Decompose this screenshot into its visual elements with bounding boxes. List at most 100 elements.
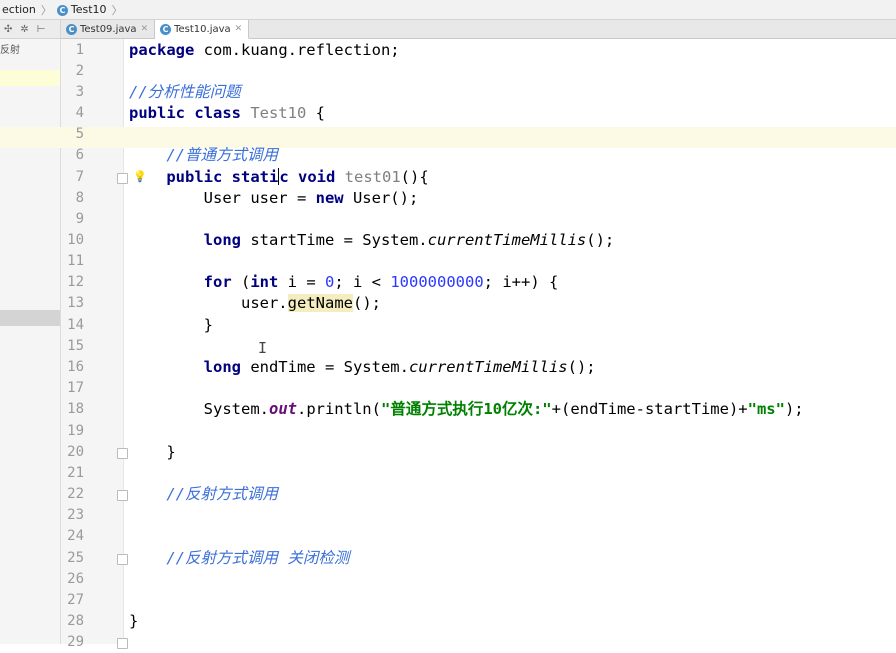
breadcrumb: ection 〉 C Test10 〉 — [0, 0, 896, 20]
code-text: { — [306, 104, 325, 122]
code-text: (); — [586, 231, 615, 249]
line-number: 9 — [75, 211, 84, 227]
class-icon: C — [66, 23, 77, 35]
line-number: 16 — [67, 359, 84, 375]
line-number: 12 — [67, 274, 84, 290]
line-number: 5 — [75, 126, 84, 142]
line-number: 3 — [75, 84, 84, 100]
fold-marker-icon[interactable] — [117, 554, 128, 565]
code-text: (); — [352, 294, 381, 312]
code-line-10[interactable]: long startTime = System.currentTimeMilli… — [129, 230, 615, 251]
static-method: currentTimeMillis — [427, 231, 587, 249]
line-number: 4 — [75, 105, 84, 121]
class-icon: C — [56, 5, 68, 16]
comment: //反射方式调用 — [166, 485, 278, 503]
line-number: 25 — [67, 550, 84, 566]
code-text: ; i++) { — [483, 273, 559, 291]
line-number: 13 — [67, 295, 84, 311]
code-text: startTime = System. — [240, 231, 428, 249]
code-text: (); — [567, 358, 596, 376]
close-icon[interactable]: ✕ — [235, 24, 243, 34]
string-literal: "ms" — [747, 400, 785, 418]
collapse-icon[interactable]: ⊢ — [37, 24, 46, 35]
code-line-20[interactable]: } — [129, 442, 176, 463]
code-line-12[interactable]: for (int i = 0; i < 1000000000; i++) { — [129, 272, 559, 293]
code-text: User user = — [203, 189, 316, 207]
keyword: void — [288, 168, 336, 186]
line-number: 21 — [67, 465, 84, 481]
code-line-3[interactable]: //分析性能问题 — [129, 82, 241, 103]
code-line-14[interactable]: } — [129, 315, 213, 336]
gear-icon[interactable]: ✲ — [20, 24, 28, 35]
keyword: long — [203, 231, 241, 249]
code-text: i = — [278, 273, 325, 291]
keyword: public stati — [166, 168, 279, 186]
code-text: com.kuang.reflection; — [194, 41, 400, 59]
number-literal: 0 — [325, 273, 335, 291]
line-number: 29 — [67, 634, 84, 650]
breadcrumb-package[interactable]: ection — [0, 3, 38, 16]
keyword: package — [129, 41, 195, 59]
line-number: 2 — [75, 63, 84, 79]
class-icon: C — [160, 23, 172, 35]
project-toolbar: ✣ ✲ ⊢ — [0, 20, 61, 39]
code-text: +(endTime-startTime)+ — [551, 400, 748, 418]
keyword: int — [250, 273, 279, 291]
tab-label: Test10.java — [174, 23, 231, 35]
code-line-6[interactable]: //普通方式调用 — [129, 145, 278, 166]
line-number: 18 — [67, 401, 84, 417]
line-number: 15 — [67, 338, 84, 354]
code-line-18[interactable]: System.out.println("普通方式执行10亿次:"+(endTim… — [129, 399, 804, 420]
code-text: (){ — [400, 168, 429, 186]
line-number: 1 — [75, 42, 84, 58]
line-number: 22 — [67, 486, 84, 502]
sync-icon[interactable]: ✣ — [4, 24, 12, 35]
code-text: } — [166, 443, 176, 461]
breadcrumb-class[interactable]: C Test10 — [55, 3, 109, 16]
comment: //反射方式调用 关闭检测 — [166, 549, 350, 567]
chevron-right-icon: 〉 — [111, 3, 123, 17]
tab-test10[interactable]: C Test10.java ✕ — [155, 20, 250, 39]
line-number: 14 — [67, 317, 84, 333]
code-line-8[interactable]: User user = new User(); — [129, 188, 419, 209]
keyword: for — [203, 273, 232, 291]
line-number: 17 — [67, 380, 84, 396]
keyword: c — [279, 168, 289, 186]
code-line-22[interactable]: //反射方式调用 — [129, 484, 278, 505]
line-number: 20 — [67, 444, 84, 460]
breadcrumb-class-label: Test10 — [70, 3, 107, 16]
code-line-7[interactable]: public static void test01(){ — [129, 167, 429, 188]
class-name: Test10 — [240, 104, 307, 122]
code-text: ; i < — [334, 273, 391, 291]
keyword: public class — [129, 104, 241, 122]
fold-marker-icon[interactable] — [117, 173, 128, 184]
code-text: ( — [231, 273, 251, 291]
line-number: 19 — [67, 423, 84, 439]
code-text: user. — [240, 294, 288, 312]
static-method: currentTimeMillis — [408, 358, 568, 376]
code-text: } — [203, 316, 213, 334]
code-text: .println( — [296, 400, 381, 418]
line-number: 23 — [67, 507, 84, 523]
comment: //分析性能问题 — [129, 83, 241, 101]
line-number: 7 — [75, 169, 84, 185]
static-field: out — [268, 400, 297, 418]
highlighted-method: getName — [287, 294, 353, 312]
tab-test09[interactable]: C Test09.java ✕ — [61, 20, 156, 38]
code-line-13[interactable]: user.getName(); — [129, 293, 381, 314]
fold-marker-icon[interactable] — [117, 490, 128, 501]
fold-marker-icon[interactable] — [117, 448, 128, 459]
line-number: 6 — [75, 147, 84, 163]
code-text: endTime = System. — [240, 358, 409, 376]
line-number: 8 — [75, 190, 84, 206]
line-number: 24 — [67, 528, 84, 544]
code-line-4[interactable]: public class Test10 { — [129, 103, 325, 124]
line-number: 27 — [67, 592, 84, 608]
tab-label: Test09.java — [80, 23, 137, 35]
close-icon[interactable]: ✕ — [141, 24, 149, 34]
line-number: 11 — [67, 253, 84, 269]
code-line-25[interactable]: //反射方式调用 关闭检测 — [129, 548, 349, 569]
code-line-1[interactable]: package com.kuang.reflection; — [129, 40, 400, 61]
code-line-16[interactable]: long endTime = System.currentTimeMillis(… — [129, 357, 596, 378]
code-line-28[interactable]: } — [129, 611, 138, 632]
